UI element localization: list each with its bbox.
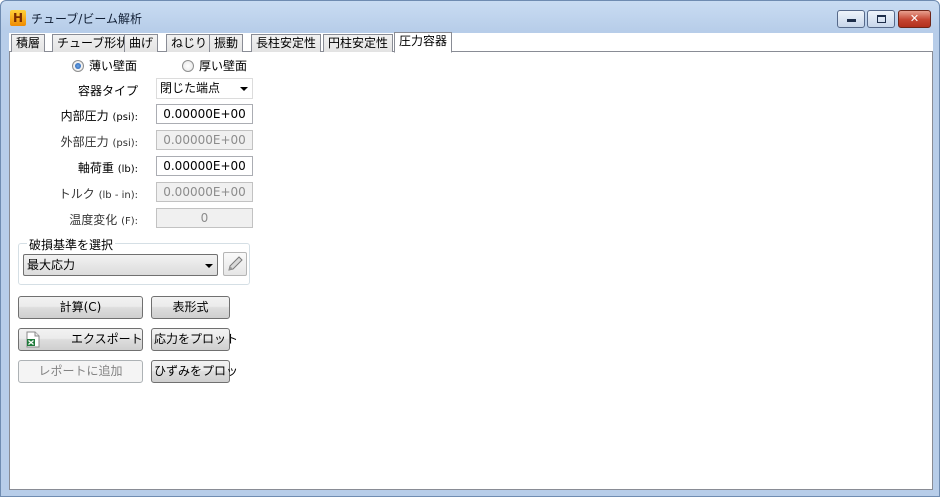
tab-column-stability[interactable]: 長柱安定性 (251, 34, 322, 52)
thin-wall-label: 薄い壁面 (89, 59, 138, 73)
thin-wall-radio[interactable]: 薄い壁面 (72, 57, 137, 74)
export-button[interactable]: エクスポート (18, 328, 143, 351)
tab-strip: 積層 チューブ形状 曲げ ねじり 振動 長柱安定性 円柱安定性 圧力容器 (9, 32, 933, 53)
export-label: エクスポート (71, 332, 143, 346)
thick-wall-radio[interactable]: 厚い壁面 (182, 57, 247, 74)
tab-torsion[interactable]: ねじり (166, 34, 213, 52)
maximize-icon (876, 15, 886, 23)
tab-laminate[interactable]: 積層 (11, 34, 46, 52)
client-area: 積層 チューブ形状 曲げ ねじり 振動 長柱安定性 円柱安定性 圧力容器 薄い壁… (9, 32, 933, 490)
external-pressure-input[interactable]: 0.00000E+00 (156, 130, 253, 150)
thick-wall-label: 厚い壁面 (199, 59, 248, 73)
table-button[interactable]: 表形式 (151, 296, 230, 319)
edit-criterion-button[interactable] (223, 252, 247, 276)
chevron-down-icon (240, 87, 248, 91)
temperature-change-unit: (F): (121, 216, 138, 227)
radio-unchecked-icon (182, 60, 194, 72)
add-to-report-button[interactable]: レポートに追加 (18, 360, 143, 383)
plot-strain-button[interactable]: ひずみをプロッ (151, 360, 238, 383)
chevron-down-icon (205, 264, 213, 268)
internal-pressure-label-text: 内部圧力 (60, 109, 113, 123)
excel-file-icon (26, 331, 40, 348)
tab-tube-shape[interactable]: チューブ形状 (52, 34, 134, 52)
external-pressure-label: 外部圧力 (psi): (61, 133, 138, 150)
external-pressure-label-text: 外部圧力 (60, 135, 113, 149)
tab-bending[interactable]: 曲げ (124, 34, 159, 52)
internal-pressure-unit: (psi): (112, 112, 138, 123)
temperature-change-label: 温度変化 (F): (69, 211, 138, 228)
minimize-button[interactable] (837, 10, 865, 28)
close-icon: ✕ (909, 12, 920, 25)
tab-vibration[interactable]: 振動 (209, 34, 244, 52)
minimize-icon (846, 19, 856, 22)
failure-criterion-dropdown[interactable]: 最大応力 (23, 254, 218, 276)
app-window: H チューブ/ビーム解析 ✕ 積層 チューブ形状 曲げ ねじり 振動 長柱安定性… (0, 0, 940, 497)
torque-label: トルク (lb - in): (59, 185, 138, 202)
tab-pressure-vessel[interactable]: 圧力容器 (394, 32, 453, 53)
vessel-type-dropdown[interactable]: 閉じた端点 (156, 78, 253, 99)
plot-stress-button[interactable]: 応力をプロット (151, 328, 238, 351)
temperature-change-label-text: 温度変化 (69, 213, 122, 227)
tab-cylinder-stability[interactable]: 円柱安定性 (323, 34, 394, 52)
failure-criterion-value: 最大応力 (27, 258, 76, 272)
app-logo-icon: H (10, 10, 26, 26)
axial-load-unit: (lb): (117, 164, 138, 175)
calculate-button[interactable]: 計算(C) (18, 296, 143, 319)
axial-load-label: 軸荷重 (lb): (78, 159, 138, 176)
axial-load-input[interactable]: 0.00000E+00 (156, 156, 253, 176)
axial-load-label-text: 軸荷重 (77, 161, 118, 175)
vessel-type-label: 容器タイプ (77, 84, 138, 98)
radio-checked-icon (72, 60, 84, 72)
maximize-button[interactable] (867, 10, 895, 28)
pressure-vessel-panel: 薄い壁面 厚い壁面 容器タイプ 閉じた端点 内部圧力 (psi): 0.0000… (9, 52, 933, 490)
internal-pressure-input[interactable]: 0.00000E+00 (156, 104, 253, 124)
close-button[interactable]: ✕ (898, 10, 931, 28)
torque-unit: (lb - in): (98, 190, 138, 201)
internal-pressure-label: 内部圧力 (psi): (61, 107, 138, 124)
external-pressure-unit: (psi): (112, 138, 138, 149)
pencil-icon (228, 256, 243, 271)
vessel-type-value: 閉じた端点 (160, 81, 221, 95)
temperature-change-input[interactable]: 0 (156, 208, 253, 228)
window-title: チューブ/ビーム解析 (31, 12, 142, 26)
title-bar[interactable]: H チューブ/ビーム解析 ✕ (1, 1, 939, 33)
torque-label-text: トルク (58, 187, 99, 201)
torque-input[interactable]: 0.00000E+00 (156, 182, 253, 202)
failure-criterion-title: 破損基準を選択 (27, 236, 116, 253)
